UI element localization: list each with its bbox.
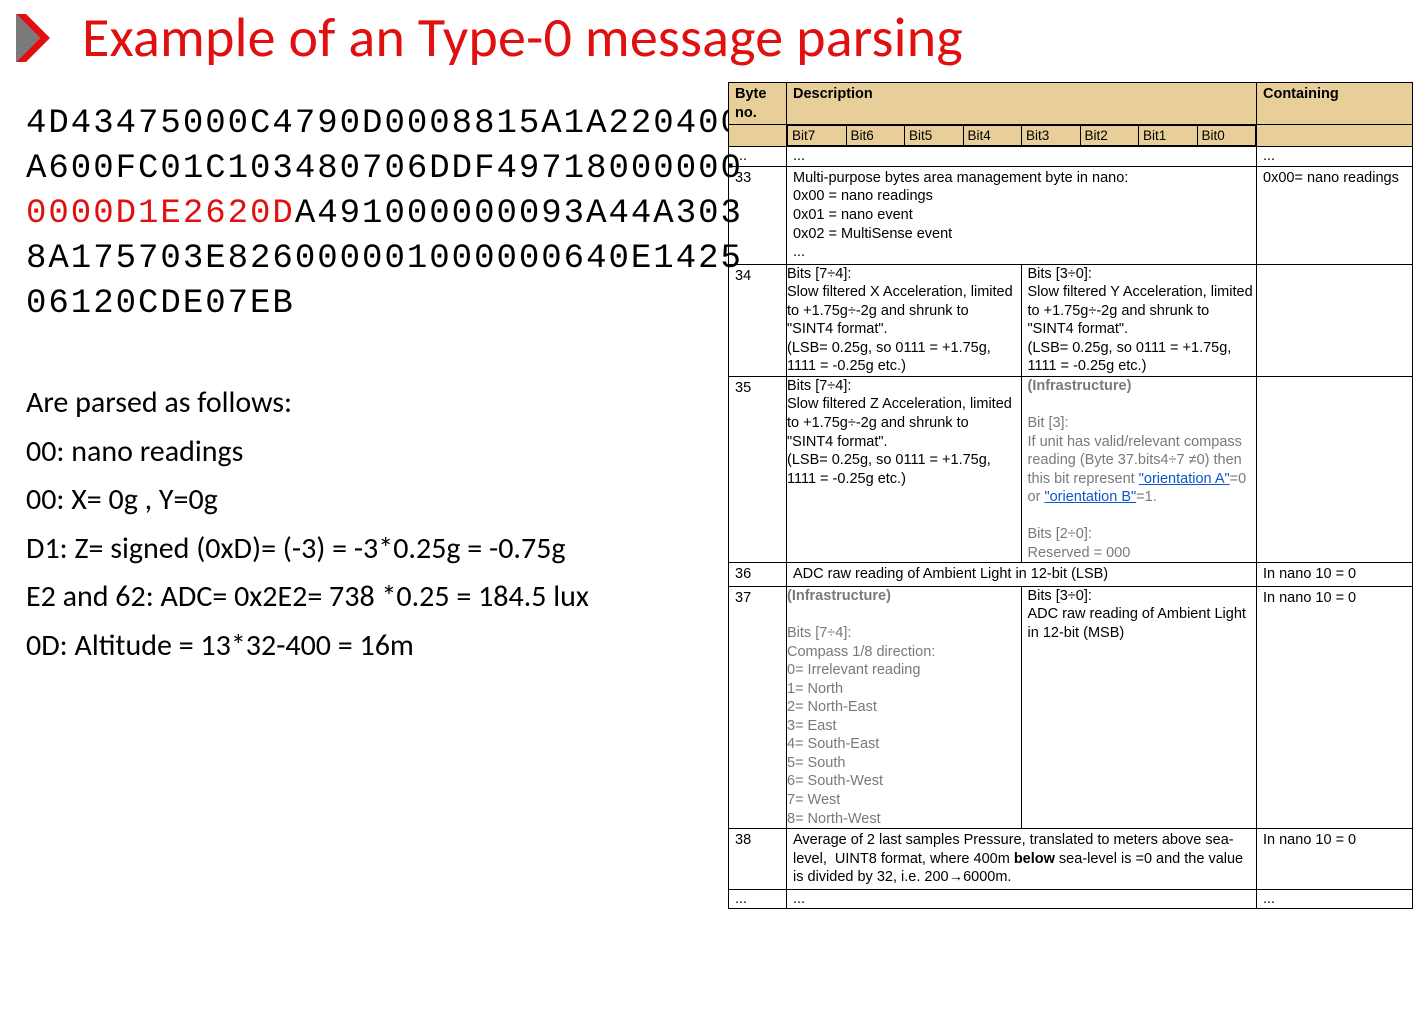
table-row: 33 Multi-purpose bytes area management b… xyxy=(729,166,1413,264)
col-byte-header: Byte no. xyxy=(729,83,787,125)
byte-spec-table: Byte no. Description Containing Bit7 Bit… xyxy=(728,82,1413,909)
table-row: 34 Bits [7÷4]: Slow filtered X Accelerat… xyxy=(729,264,1413,376)
orientation-b-link[interactable]: "orientation B" xyxy=(1044,489,1136,505)
col-cont-header: Containing xyxy=(1257,83,1413,125)
byte-cont: In nano 10 = 0 xyxy=(1257,563,1413,587)
byte-no: 36 xyxy=(729,563,787,587)
byte-no: 38 xyxy=(729,829,787,890)
byte-cont xyxy=(1257,376,1413,562)
byte-cont: In nano 10 = 0 xyxy=(1257,586,1413,828)
ellipsis-row: ... ... ... xyxy=(729,889,1413,909)
bit-col: Bit1 xyxy=(1139,126,1198,146)
byte-no: 37 xyxy=(729,586,787,828)
bit-col: Bit5 xyxy=(905,126,964,146)
bit-header-row: Bit7 Bit6 Bit5 Bit4 Bit3 Bit2 Bit1 Bit0 xyxy=(729,125,1413,147)
table-header-row: Byte no. Description Containing xyxy=(729,83,1413,125)
byte-desc: (Infrastructure) Bits [7÷4]: Compass 1/8… xyxy=(787,586,1257,828)
table-row: 37 (Infrastructure) Bits [7÷4]: Compass … xyxy=(729,586,1413,828)
orientation-a-link[interactable]: "orientation A" xyxy=(1139,471,1230,487)
table-row: 38 Average of 2 last samples Pressure, t… xyxy=(729,829,1413,890)
ellipsis-row: ... ... ... xyxy=(729,147,1413,167)
byte-no: 34 xyxy=(729,264,787,376)
byte-cont: In nano 10 = 0 xyxy=(1257,829,1413,890)
byte-no: 33 xyxy=(729,166,787,264)
table-row: 35 Bits [7÷4]: Slow filtered Z Accelerat… xyxy=(729,376,1413,562)
byte-desc: Bits [7÷4]: Slow filtered Z Acceleration… xyxy=(787,376,1257,562)
bit-col: Bit2 xyxy=(1080,126,1139,146)
slide-title: Example of an Type-0 message parsing xyxy=(82,4,963,72)
byte-desc: ADC raw reading of Ambient Light in 12-b… xyxy=(787,563,1257,587)
hex-highlight: 0000D1E2620D xyxy=(26,195,295,233)
col-desc-header: Description xyxy=(787,83,1257,125)
table-row: 36 ADC raw reading of Ambient Light in 1… xyxy=(729,563,1413,587)
bit-col: Bit7 xyxy=(788,126,847,146)
bit-col: Bit3 xyxy=(1022,126,1081,146)
byte-desc: Bits [7÷4]: Slow filtered X Acceleration… xyxy=(787,264,1257,376)
bit-col: Bit0 xyxy=(1197,126,1256,146)
byte-cont xyxy=(1257,264,1413,376)
byte-cont: 0x00= nano readings xyxy=(1257,166,1413,264)
byte-no: 35 xyxy=(729,376,787,562)
byte-desc: Average of 2 last samples Pressure, tran… xyxy=(787,829,1257,890)
slide-header: Example of an Type-0 message parsing xyxy=(0,0,1427,72)
chevron-right-icon xyxy=(12,10,64,66)
bit-col: Bit4 xyxy=(963,126,1022,146)
byte-desc: Multi-purpose bytes area management byte… xyxy=(787,166,1257,264)
bit-col: Bit6 xyxy=(846,126,905,146)
